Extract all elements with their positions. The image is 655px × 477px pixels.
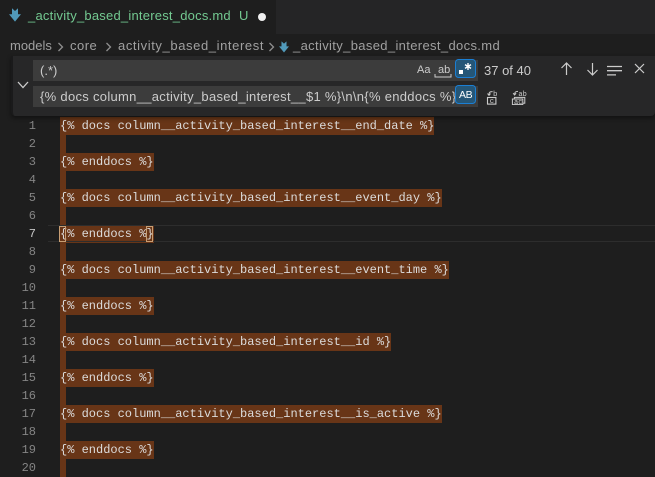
svg-text:c: c	[490, 98, 495, 105]
svg-text:ac: ac	[514, 99, 522, 105]
